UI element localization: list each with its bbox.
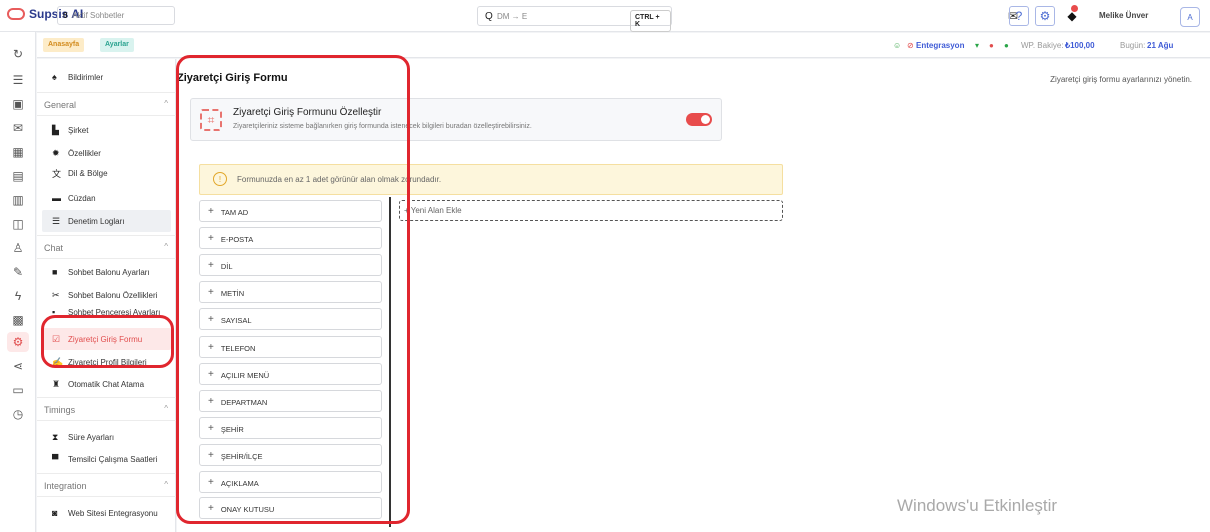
avatar[interactable]: A xyxy=(1180,7,1200,27)
chevron-up-icon: ^ xyxy=(164,480,168,489)
document-icon[interactable]: ▤ xyxy=(7,166,29,186)
sidebar-item-label: Özellikler xyxy=(68,148,101,158)
section-label: Integration xyxy=(44,481,87,491)
section-general[interactable]: General ^ xyxy=(37,92,176,116)
today-value: 21 Ağu xyxy=(1147,41,1174,50)
sidebar-item-chat-bubble-settings[interactable]: ■ Sohbet Balonu Ayarları xyxy=(42,261,171,283)
search-q-icon: Q xyxy=(485,11,493,22)
annotation-highlight-sidebar xyxy=(41,315,174,368)
refresh-icon[interactable]: ↻ xyxy=(7,44,29,64)
edit-icon[interactable]: ✎ xyxy=(7,262,29,282)
sidebar-item-chat-bubble-features[interactable]: ✂ Sohbet Balonu Özellikleri xyxy=(42,284,171,306)
sidebar-item-label: Şirket xyxy=(68,125,89,135)
ticket-icon[interactable]: ◫ xyxy=(7,214,29,234)
settings-icon[interactable]: ⚙ xyxy=(7,332,29,352)
sidebar-item-label: Temsilci Çalışma Saatleri xyxy=(68,454,158,464)
section-label: Timings xyxy=(44,405,76,415)
windows-activation-watermark: Windows'u Etkinleştir xyxy=(897,496,1058,515)
user-name[interactable]: Melike Ünver xyxy=(1099,11,1148,20)
sidebar-item-label: Dil & Bölge xyxy=(68,168,108,178)
sidebar-item-label: Cüzdan xyxy=(68,193,96,203)
apps-icon[interactable]: ▩ xyxy=(7,310,29,330)
balance-value: ₺100,00 xyxy=(1065,41,1095,50)
integration-status[interactable]: Entegrasyon xyxy=(916,41,964,50)
sidebar-item-label: Web Sitesi Entegrasyonu xyxy=(68,508,158,518)
top-bar: Supsis AI 0 Aktif Sohbetler Q DM → E CTR… xyxy=(0,0,1210,32)
template-icon[interactable]: ▭ xyxy=(7,380,29,400)
status-dot-green-icon: ● xyxy=(1004,41,1009,50)
settings-gear-icon[interactable]: ⚙ xyxy=(1035,6,1055,26)
sidebar-item-label: Bildirimler xyxy=(68,72,104,82)
search-shortcut: CTRL + K xyxy=(630,10,671,32)
chevron-up-icon: ^ xyxy=(164,404,168,413)
hourglass-icon: ⧗ xyxy=(52,431,59,442)
message-icon[interactable]: ✉ xyxy=(7,118,29,138)
calendar-icon: ▀ xyxy=(52,454,59,464)
sidebar-item-label: Denetim Logları xyxy=(68,216,125,226)
chat-icon[interactable]: ▣ xyxy=(7,94,29,114)
chat-bubble-icon: ■ xyxy=(52,267,58,277)
active-chats-count: 0 xyxy=(63,11,68,20)
toggle-knob xyxy=(701,115,710,124)
sidebar-item-label: Otomatik Chat Atama xyxy=(68,379,145,389)
section-chat[interactable]: Chat ^ xyxy=(37,235,176,259)
active-chats-counter[interactable]: 0 Aktif Sohbetler xyxy=(57,6,175,25)
sidebar-item-features[interactable]: ✹ Özellikler xyxy=(42,142,171,164)
wifi-icon: ▾ xyxy=(975,41,980,50)
sidebar-item-agent-hours[interactable]: ▀ Temsilci Çalışma Saatleri xyxy=(42,448,171,470)
sidebar-item-website-integration[interactable]: ◙ Web Sitesi Entegrasyonu xyxy=(42,502,171,524)
status-dot-red-icon: ● xyxy=(989,41,994,50)
sidebar-item-auto-chat-assign[interactable]: ♜ Otomatik Chat Atama xyxy=(42,373,171,395)
inbox-icon[interactable]: ☰ xyxy=(7,70,29,90)
sidebar-item-label: Sohbet Balonu Ayarları xyxy=(68,267,150,277)
clock-icon[interactable]: ◷ xyxy=(7,404,29,424)
search-placeholder: DM → E xyxy=(497,12,528,21)
section-label: Chat xyxy=(44,243,64,253)
gear-icon: ✹ xyxy=(52,147,60,158)
building-icon: ▙ xyxy=(52,124,59,135)
section-integration[interactable]: Integration ^ xyxy=(37,473,176,497)
code-icon: ◙ xyxy=(52,508,58,518)
breadcrumb-home[interactable]: Anasayfa xyxy=(43,38,85,52)
settings-sidebar: ♠ Bildirimler General ^ ▙ Şirket ✹ Özellikle… xyxy=(37,59,176,532)
sidebar-item-label: Sohbet Balonu Özellikleri xyxy=(68,290,158,300)
sidebar-item-language[interactable]: 文 Dil & Bölge xyxy=(42,162,171,184)
add-new-field-dropzone[interactable]: + Yeni Alan Ekle xyxy=(399,200,783,221)
sidebar-item-label: Süre Ayarları xyxy=(68,432,115,442)
sidebar-item-audit-logs[interactable]: ☰ Denetim Logları xyxy=(42,210,171,232)
person-icon: ♜ xyxy=(52,378,61,389)
today-label: Bugün: xyxy=(1120,41,1146,50)
users-icon[interactable]: ♙ xyxy=(7,238,29,258)
breadcrumb-settings[interactable]: Ayarlar xyxy=(100,38,134,52)
balance-label: WP. Bakiye: xyxy=(1021,41,1064,50)
sidebar-item-company[interactable]: ▙ Şirket xyxy=(42,119,171,141)
list-icon: ☰ xyxy=(52,215,61,226)
notification-badge xyxy=(1071,5,1078,12)
grid-icon[interactable]: ▥ xyxy=(7,190,29,210)
chevron-up-icon: ^ xyxy=(164,99,168,108)
global-search[interactable]: Q DM → E CTRL + K xyxy=(477,6,672,32)
lightning-icon[interactable]: ϟ xyxy=(7,286,29,306)
page-description: Ziyaretçi giriş formu ayarlarınızı yönet… xyxy=(1050,75,1192,84)
calendar-icon[interactable]: ▦ xyxy=(7,142,29,162)
integration-error-icon: ⊘ xyxy=(907,41,914,50)
translate-icon: 文 xyxy=(52,168,62,179)
section-label: General xyxy=(44,100,77,110)
share-icon[interactable]: ⋖ xyxy=(7,356,29,376)
sidebar-item-wallet[interactable]: ▬ Cüzdan xyxy=(42,187,171,209)
active-chats-label: Aktif Sohbetler xyxy=(72,11,125,20)
annotation-highlight-form xyxy=(176,55,410,524)
bot-status-icon[interactable]: ☺ xyxy=(893,41,901,50)
wrench-icon: ✂ xyxy=(52,289,60,300)
sidebar-item-time-settings[interactable]: ⧗ Süre Ayarları xyxy=(42,426,171,448)
section-timings[interactable]: Timings ^ xyxy=(37,397,176,421)
bell-icon: ♠ xyxy=(52,72,57,82)
help-icon[interactable]: ? xyxy=(1009,6,1029,26)
brand-logo-icon xyxy=(7,8,25,20)
wallet-icon: ▬ xyxy=(52,193,61,203)
chevron-up-icon: ^ xyxy=(164,242,168,251)
icon-sidebar: ↻ ☰ ▣ ✉ ▦ ▤ ▥ ◫ ♙ ✎ ϟ ▩ ⚙ ⋖ ▭ ◷ xyxy=(0,32,36,532)
sidebar-item-notifications[interactable]: ♠ Bildirimler xyxy=(42,66,171,88)
customize-toggle[interactable] xyxy=(686,113,712,126)
